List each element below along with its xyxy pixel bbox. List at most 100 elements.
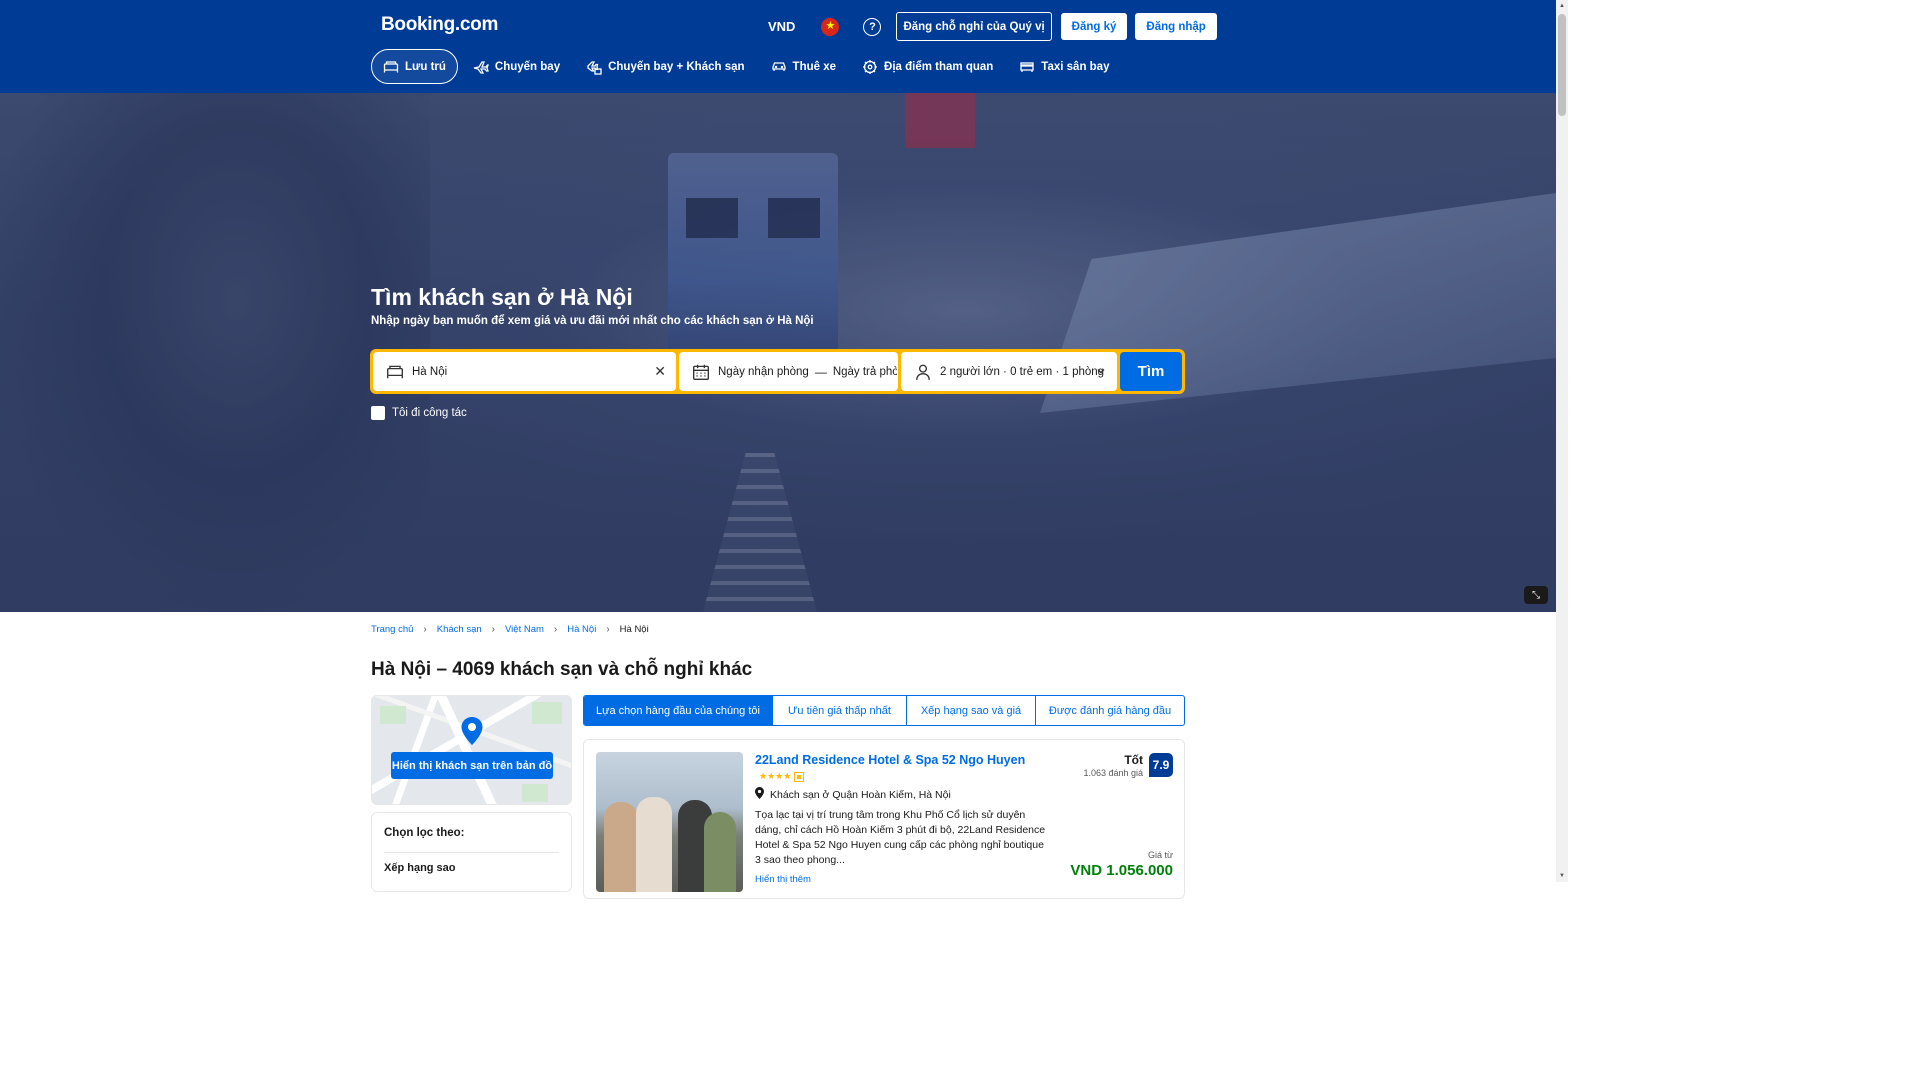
person-icon xyxy=(913,362,933,382)
clear-icon[interactable]: ✕ xyxy=(654,363,666,380)
login-button[interactable]: Đăng nhập xyxy=(1135,13,1217,40)
checkout-placeholder: Ngày trả phòng xyxy=(832,365,897,378)
show-on-map-button[interactable]: Hiển thị khách sạn trên bản đồ xyxy=(391,752,553,779)
list-property-button[interactable]: Đăng chỗ nghỉ của Quý vị xyxy=(896,12,1052,41)
help-icon[interactable]: ? xyxy=(863,17,882,36)
price-from-label: Giá từ xyxy=(1147,850,1173,860)
nav-label: Taxi sân bay xyxy=(1041,60,1110,73)
dates-field[interactable]: Ngày nhận phòng — Ngày trả phòng xyxy=(679,352,898,391)
photo-person xyxy=(636,797,672,892)
attractions-icon xyxy=(862,59,878,75)
car-icon xyxy=(771,59,787,75)
tab-lowest-price[interactable]: Ưu tiên giá thấp nhất xyxy=(773,696,907,725)
chevron-down-icon xyxy=(1095,364,1107,382)
nav-label: Lưu trú xyxy=(405,60,446,73)
partner-badge-icon xyxy=(794,771,805,782)
checkin-placeholder: Ngày nhận phòng xyxy=(718,365,809,378)
chevron-right-icon: › xyxy=(606,624,610,635)
nav-attractions[interactable]: Địa điểm tham quan xyxy=(851,49,1004,84)
star-icon: ★ xyxy=(783,771,792,781)
currency-selector[interactable]: VND xyxy=(768,19,795,34)
hotel-location: Khách sạn ở Quận Hoàn Kiếm, Hà Nội xyxy=(755,787,951,802)
star-icon: ★ xyxy=(767,771,776,781)
nav-flights[interactable]: Chuyến bay xyxy=(462,49,571,84)
page-scrollbar[interactable]: ▲ ▼ xyxy=(1556,0,1568,882)
photo-person xyxy=(704,812,736,892)
divider xyxy=(384,852,559,853)
scroll-down-icon[interactable]: ▼ xyxy=(1559,873,1565,879)
taxi-icon xyxy=(1019,59,1035,75)
vietnam-flag-icon[interactable]: ★ xyxy=(821,17,840,36)
map-park xyxy=(380,706,406,724)
tab-stars-price[interactable]: Xếp hạng sao và giá xyxy=(907,696,1036,725)
booking-logo[interactable]: Booking.com xyxy=(381,14,498,36)
chevron-right-icon: › xyxy=(491,624,496,635)
hotel-description: Tọa lạc tại vị trí trung tâm trong Khu P… xyxy=(755,809,1046,866)
filter-title: Chọn lọc theo: xyxy=(384,827,465,839)
hero-title: Tìm khách sạn ở Hà Nội xyxy=(371,284,633,310)
nav-label: Địa điểm tham quan xyxy=(884,60,994,73)
business-travel-checkbox[interactable]: Tôi đi công tác xyxy=(371,406,467,420)
search-bar: Hà Nội ✕ Ngày nhận phòng — Ngày trả phòn… xyxy=(370,349,1185,394)
plane-hotel-icon xyxy=(586,59,602,75)
review-score-badge: 7.9 xyxy=(1149,753,1173,777)
destination-field[interactable]: Hà Nội ✕ xyxy=(373,352,676,391)
nav-label: Chuyến bay + Khách sạn xyxy=(608,60,745,73)
date-separator: — xyxy=(814,364,827,379)
chevron-right-icon: › xyxy=(423,624,427,635)
plane-icon xyxy=(473,59,489,75)
top-header: Booking.com VND ★ ? Đăng chỗ nghỉ của Qu… xyxy=(0,0,1556,93)
hotel-photo[interactable] xyxy=(596,752,743,892)
map-pin-icon xyxy=(460,716,484,746)
nav-label: Chuyến bay xyxy=(494,60,561,73)
star-icon: ★ xyxy=(775,771,784,781)
scroll-up-icon[interactable]: ▲ xyxy=(1559,3,1565,9)
scroll-thumb[interactable] xyxy=(1558,14,1566,116)
destination-value: Hà Nội xyxy=(412,365,448,378)
expand-icon[interactable]: ⤡ xyxy=(1524,586,1548,604)
nav-label: Thuê xe xyxy=(792,60,837,73)
guests-value: 2 người lớn · 0 trẻ em · 1 phòng xyxy=(940,365,1105,378)
search-button[interactable]: Tìm xyxy=(1120,352,1182,391)
breadcrumb-region[interactable]: Hà Nội xyxy=(567,624,596,635)
breadcrumb-country[interactable]: Việt Nam xyxy=(505,624,544,635)
hotel-name-link[interactable]: 22Land Residence Hotel & Spa 52 Ngo Huye… xyxy=(755,753,1025,767)
review-count: 1.063 đánh giá xyxy=(1083,768,1143,778)
calendar-icon xyxy=(691,362,711,382)
sort-tabs: Lựa chọn hàng đầu của chúng tôi Ưu tiên … xyxy=(583,695,1185,726)
business-travel-label: Tôi đi công tác xyxy=(392,407,467,419)
bed-icon xyxy=(385,362,405,382)
results-title: Hà Nội – 4069 khách sạn và chỗ nghỉ khác xyxy=(371,659,753,680)
map-preview[interactable]: Hiển thị khách sạn trên bản đồ xyxy=(371,695,572,805)
star-icon: ★ xyxy=(759,771,768,781)
tab-top-reviewed[interactable]: Được đánh giá hàng đầu xyxy=(1036,696,1184,725)
bed-icon xyxy=(383,59,399,75)
breadcrumb-current: Hà Nội xyxy=(619,624,649,635)
header-actions: VND ★ ? Đăng chỗ nghỉ của Quý vị Đăng ký… xyxy=(768,12,1225,41)
map-park xyxy=(522,784,548,802)
main-nav: Lưu trú Chuyến bay Chuyến bay + Khách sạ… xyxy=(371,49,1124,84)
show-more-link[interactable]: Hiển thị thêm xyxy=(755,874,811,885)
hotel-price: VND 1.056.000 xyxy=(1070,862,1173,879)
checkbox-icon[interactable] xyxy=(371,406,385,420)
photo-person xyxy=(604,802,638,892)
breadcrumb: Trang chủ › Khách sạn › Việt Nam › Hà Nộ… xyxy=(371,624,649,635)
nav-car-rental[interactable]: Thuê xe xyxy=(760,49,847,84)
nav-airport-taxi[interactable]: Taxi sân bay xyxy=(1008,49,1120,84)
hero-banner: Tìm khách sạn ở Hà Nội Nhập ngày bạn muố… xyxy=(0,93,1556,612)
register-button[interactable]: Đăng ký xyxy=(1060,13,1128,40)
map-park xyxy=(532,702,562,724)
hero-subtitle: Nhập ngày bạn muốn để xem giá và ưu đãi … xyxy=(371,315,814,327)
breadcrumb-home[interactable]: Trang chủ xyxy=(371,624,413,635)
nav-stays[interactable]: Lưu trú xyxy=(371,49,458,84)
hotel-location-text: Khách sạn ở Quận Hoàn Kiếm, Hà Nội xyxy=(770,788,951,801)
star-rating: ★ ★ ★ ★ xyxy=(759,771,805,782)
breadcrumb-hotels[interactable]: Khách sạn xyxy=(437,624,482,635)
guests-field[interactable]: 2 người lớn · 0 trẻ em · 1 phòng xyxy=(901,352,1117,391)
chevron-right-icon: › xyxy=(553,624,558,635)
hotel-card[interactable]: 22Land Residence Hotel & Spa 52 Ngo Huye… xyxy=(583,739,1185,899)
filter-star-rating: Xếp hạng sao xyxy=(384,862,456,874)
nav-flight-hotel[interactable]: Chuyến bay + Khách sạn xyxy=(575,49,755,84)
location-pin-icon xyxy=(755,787,764,802)
tab-top-picks[interactable]: Lựa chọn hàng đầu của chúng tôi xyxy=(584,696,773,725)
